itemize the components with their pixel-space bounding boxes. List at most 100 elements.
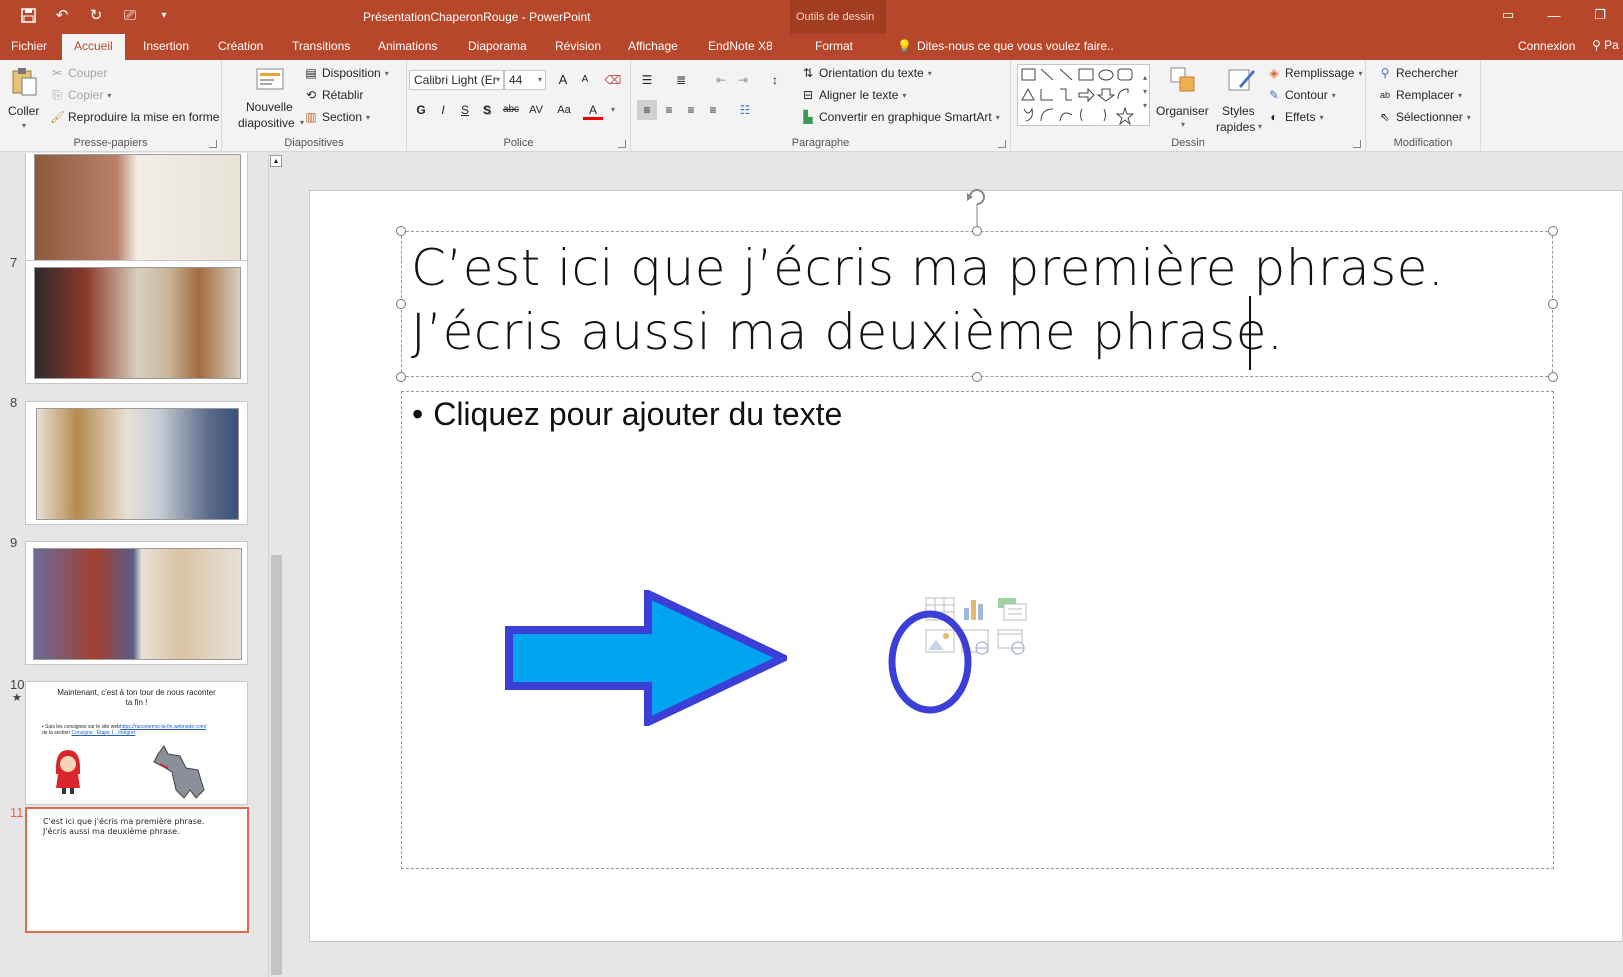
slide-thumbnail-8[interactable] [25, 401, 248, 525]
numbering-icon[interactable]: ≣ [671, 70, 691, 90]
tab-format[interactable]: Format [815, 39, 853, 53]
new-slide-button[interactable]: Nouvelle diapositive ▾ [238, 64, 304, 136]
restore-icon[interactable]: ❐ [1577, 0, 1623, 30]
sign-in-link[interactable]: Connexion [1518, 39, 1575, 53]
insert-video-icon[interactable] [997, 629, 1025, 655]
bold-button[interactable]: G [411, 100, 431, 120]
tab-affichage[interactable]: Affichage [628, 39, 678, 53]
tab-accueil[interactable]: Accueil [62, 34, 125, 60]
shape-effects-button[interactable]: ◐ Effets ▾ [1267, 110, 1323, 124]
bullets-icon[interactable]: ☰ [637, 70, 657, 90]
drawing-launcher-icon[interactable] [1353, 140, 1361, 148]
font-color-dropdown-icon[interactable]: ▾ [603, 100, 623, 120]
blue-arrow-shape[interactable] [505, 590, 787, 726]
text-direction-button[interactable]: ⇅ Orientation du texte ▾ [801, 66, 932, 80]
shape-outline-button[interactable]: ✎ Contour ▾ [1267, 88, 1336, 102]
quick-styles-dropdown-icon: ▾ [1258, 122, 1263, 131]
increase-indent-icon[interactable]: ⇥ [733, 70, 753, 90]
columns-icon[interactable]: ☷ [735, 100, 755, 120]
blue-circle-shape[interactable] [886, 608, 974, 716]
clear-formatting-icon[interactable]: ⌫ [603, 70, 623, 90]
effects-icon: ◐ [1270, 110, 1278, 124]
italic-button[interactable]: I [433, 100, 453, 120]
tab-animations[interactable]: Animations [378, 39, 437, 53]
grow-font-button[interactable]: A [553, 70, 573, 90]
slide-thumbnail-11[interactable]: C'est ici que j'écris ma première phrase… [25, 807, 249, 933]
character-spacing-button[interactable]: AV [525, 100, 547, 120]
paragraph-launcher-icon[interactable] [998, 140, 1006, 148]
tab-fichier[interactable]: Fichier [11, 39, 47, 53]
gallery-scroll-icon[interactable]: ▴ ▾ ▾ [1143, 71, 1147, 113]
justify-icon[interactable]: ≡ [703, 100, 723, 120]
arrange-button[interactable]: Organiser ▾ [1156, 64, 1210, 136]
slideshow-icon[interactable]: ⎚ [120, 5, 140, 25]
shadow-button[interactable]: S [477, 100, 497, 120]
tell-me-label: Dites-nous ce que vous voulez faire.. [916, 39, 1114, 53]
tell-me-search[interactable]: 💡 Dites-nous ce que vous voulez faire.. [897, 39, 1114, 53]
replace-button[interactable]: ab Remplacer ▾ [1378, 88, 1462, 102]
select-button[interactable]: ⇖ Sélectionner ▾ [1378, 110, 1471, 124]
resize-handle[interactable] [1548, 299, 1558, 309]
undo-icon[interactable]: ↶ [52, 5, 72, 25]
rotate-handle-icon[interactable] [963, 185, 991, 231]
shapes-gallery[interactable]: ▴ ▾ ▾ [1017, 64, 1150, 126]
tab-creation[interactable]: Création [218, 39, 263, 53]
font-color-button[interactable]: A [583, 100, 603, 120]
decrease-indent-icon[interactable]: ⇤ [711, 70, 731, 90]
customize-qat-icon[interactable]: ▾ [154, 5, 174, 25]
align-right-icon[interactable]: ≡ [681, 100, 701, 120]
align-center-icon[interactable]: ≡ [659, 100, 679, 120]
resize-handle[interactable] [972, 372, 982, 382]
cut-button[interactable]: ✂ Couper [50, 66, 107, 80]
tab-insertion[interactable]: Insertion [143, 39, 189, 53]
slide-thumbnail-9[interactable] [25, 541, 248, 665]
resize-handle[interactable] [396, 372, 406, 382]
align-text-button[interactable]: ⊟ Aligner le texte ▾ [801, 88, 906, 102]
line-spacing-icon[interactable]: ↕ [765, 70, 785, 90]
slide-title-text[interactable]: C’est ici que j’écris ma première phrase… [411, 236, 1444, 364]
slide-thumbnail-7[interactable] [25, 260, 248, 384]
resize-handle[interactable] [396, 226, 406, 236]
smartart-button[interactable]: ▙ Convertir en graphique SmartArt ▾ [801, 110, 999, 124]
slide-thumbnail-10[interactable]: Maintenant, c'est à ton tour de nous rac… [25, 681, 248, 805]
paste-button[interactable]: Coller ▾ [6, 66, 42, 136]
shrink-font-button[interactable]: A [575, 70, 595, 90]
underline-button[interactable]: S [455, 100, 475, 120]
copy-button[interactable]: ⎘ Copier ▾ [50, 88, 111, 102]
thumbnail-scrollbar[interactable]: ▲ [268, 153, 283, 977]
font-name-combo[interactable]: Calibri Light (Er ▾ [409, 70, 504, 90]
layout-button[interactable]: ▤ Disposition ▾ [304, 66, 388, 80]
slide-thumbnail-6[interactable] [25, 153, 248, 271]
quick-styles-button[interactable]: Styles rapides ▾ [1216, 64, 1266, 136]
section-button[interactable]: ▥ Section ▾ [304, 110, 370, 124]
ribbon-display-options-icon[interactable]: ▭ [1485, 0, 1531, 30]
resize-handle[interactable] [1548, 226, 1558, 236]
minimize-icon[interactable]: — [1531, 0, 1577, 30]
share-button[interactable]: ⚲ Pa [1592, 38, 1619, 52]
clipboard-launcher-icon[interactable] [209, 140, 217, 148]
tab-endnote[interactable]: EndNote X8 [708, 39, 773, 53]
tab-transitions[interactable]: Transitions [292, 39, 350, 53]
redo-icon[interactable]: ↻ [86, 5, 106, 25]
resize-handle[interactable] [396, 299, 406, 309]
tab-diaporama[interactable]: Diaporama [468, 39, 527, 53]
content-placeholder-text[interactable]: • Cliquez pour ajouter du texte [412, 396, 842, 433]
strikethrough-button[interactable]: abc [499, 100, 523, 120]
align-left-icon[interactable]: ≡ [637, 100, 657, 120]
reset-button[interactable]: ⟲ Rétablir [304, 88, 363, 102]
scroll-up-icon[interactable]: ▲ [270, 155, 282, 167]
resize-handle[interactable] [1548, 372, 1558, 382]
save-icon[interactable] [18, 5, 38, 25]
scroll-thumb[interactable] [271, 555, 282, 975]
resize-handle[interactable] [972, 226, 982, 236]
find-button[interactable]: ⚲ Rechercher [1378, 66, 1458, 80]
format-painter-button[interactable]: 🖌 Reproduire la mise en forme [50, 110, 219, 124]
shape-fill-button[interactable]: ◈ Remplissage ▾ [1267, 66, 1362, 80]
font-launcher-icon[interactable] [618, 140, 626, 148]
tab-revision[interactable]: Révision [555, 39, 601, 53]
quick-styles-label-2: rapides [1216, 120, 1256, 134]
insert-smartart-icon[interactable] [998, 598, 1027, 621]
change-case-button[interactable]: Aa [553, 100, 575, 120]
shape-outline-label: Contour [1285, 88, 1328, 102]
font-size-combo[interactable]: 44 ▾ [504, 70, 546, 90]
